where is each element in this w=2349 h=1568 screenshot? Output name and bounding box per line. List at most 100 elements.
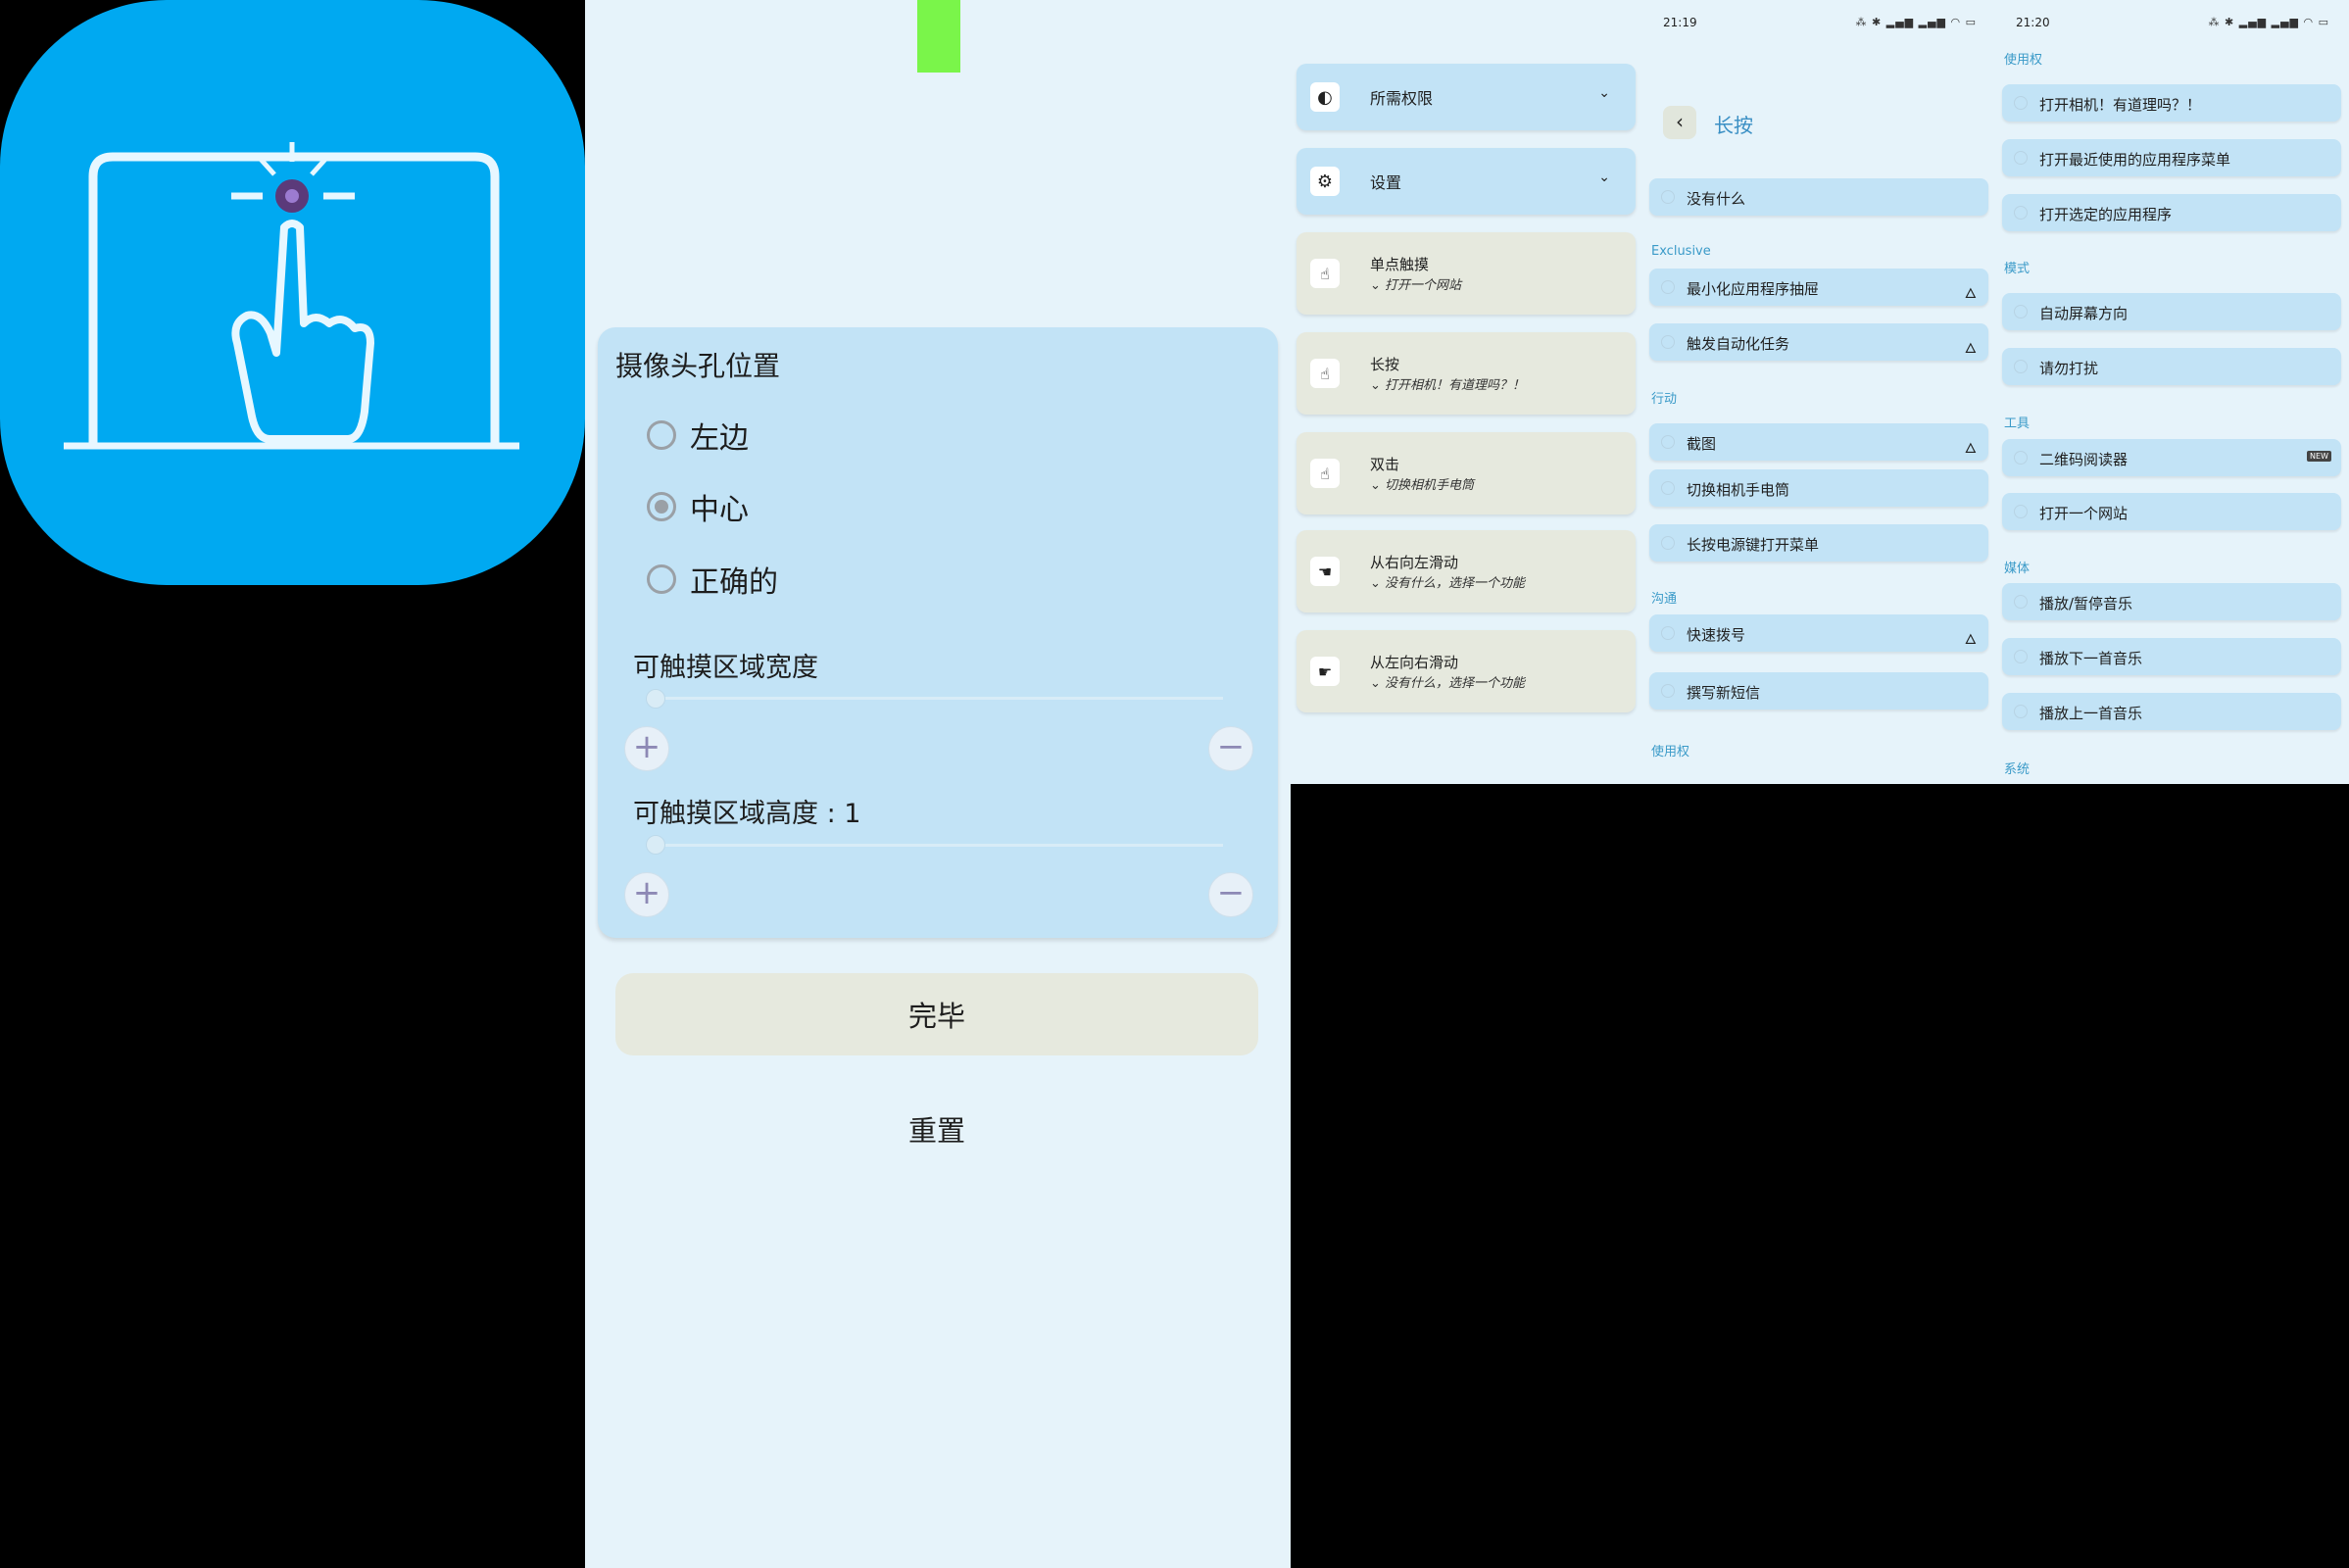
radio-left[interactable]: 左边: [647, 414, 749, 457]
radio-indicator: [1661, 536, 1675, 550]
radio-indicator: [2014, 595, 2028, 609]
action-item[interactable]: 打开选定的应用程序: [2002, 194, 2341, 231]
height-label: 可触摸区域高度 : 1: [633, 799, 861, 829]
settings-card[interactable]: ⚙ 设置 ⌄: [1297, 148, 1636, 215]
section-action: 行动: [1651, 392, 1678, 407]
camera-hole-title: 摄像头孔位置: [615, 350, 781, 382]
gesture-title: 长按: [1370, 356, 1400, 373]
action-item[interactable]: 切换相机手电筒: [1649, 469, 1988, 507]
action-label: 触发自动化任务: [1687, 335, 1790, 353]
done-button[interactable]: 完毕: [615, 973, 1258, 1055]
camera-hole-settings-screen: 摄像头孔位置 左边 中心 正确的 可触摸区域宽度 + − 可触摸区域高度 : 1…: [585, 0, 1291, 1568]
action-item[interactable]: 触发自动化任务 🜂: [1649, 323, 1988, 361]
action-item[interactable]: 自动屏幕方向: [2002, 293, 2341, 330]
radio-indicator: [2014, 96, 2028, 110]
action-item[interactable]: 播放下一首音乐: [2002, 638, 2341, 675]
app-icon: [0, 0, 585, 585]
action-label: 播放下一首音乐: [2039, 650, 2143, 667]
action-label: 二维码阅读器: [2039, 451, 2129, 468]
width-label: 可触摸区域宽度: [633, 653, 818, 683]
action-item[interactable]: 打开最近使用的应用程序菜单: [2002, 139, 2341, 176]
gesture-swipe-right[interactable]: ☛ 从左向右滑动 ⌄ 没有什么，选择一个功能: [1297, 630, 1636, 712]
action-label: 打开相机！有道理吗？！: [2039, 96, 2202, 114]
action-item[interactable]: 打开相机！有道理吗？！: [2002, 84, 2341, 122]
action-item[interactable]: 播放/暂停音乐: [2002, 583, 2341, 620]
radio-indicator: [1661, 335, 1675, 349]
height-increase-button[interactable]: +: [624, 872, 669, 917]
action-item[interactable]: 长按电源键打开菜单: [1649, 524, 1988, 562]
section-mode: 模式: [2004, 262, 2031, 276]
action-label: 没有什么: [1687, 190, 1746, 208]
gear-icon: ⚙: [1310, 167, 1340, 196]
shield-icon: ◐: [1310, 82, 1340, 112]
action-label: 最小化应用程序抽屉: [1687, 280, 1820, 298]
radio-indicator: [1661, 626, 1675, 640]
action-list-screen: 21:20 ⁂ ✱ ▂▄▆ ▂▄▆ ◠ ▭ 使用权 打开相机！有道理吗？！ 打开…: [1996, 0, 2349, 784]
action-item[interactable]: 请勿打扰: [2002, 348, 2341, 385]
radio-center-label: 中心: [690, 493, 749, 527]
section-communication: 沟通: [1651, 592, 1678, 607]
gesture-title: 单点触摸: [1370, 256, 1430, 273]
width-slider[interactable]: [655, 697, 1223, 700]
action-item[interactable]: 最小化应用程序抽屉 🜂: [1649, 269, 1988, 306]
radio-indicator: [2014, 360, 2028, 373]
width-decrease-button[interactable]: −: [1208, 726, 1253, 771]
swipe-left-icon: ☚: [1310, 557, 1340, 586]
status-time: 21:19: [1663, 16, 1697, 29]
action-item[interactable]: 打开一个网站: [2002, 493, 2341, 530]
section-system: 系统: [2004, 762, 2031, 777]
gesture-title: 从左向右滑动: [1370, 654, 1459, 671]
radio-indicator: [2014, 151, 2028, 165]
status-icons: ⁂ ✱ ▂▄▆ ▂▄▆ ◠ ▭: [2208, 16, 2329, 28]
radio-indicator: [1661, 684, 1675, 698]
flame-icon: 🜂: [1964, 441, 1977, 457]
gesture-double-tap[interactable]: ☝ 双击 ⌄ 切换相机手电筒: [1297, 432, 1636, 514]
chevron-down-icon: ⌄: [1598, 170, 1610, 185]
action-item[interactable]: 撰写新短信: [1649, 672, 1988, 710]
height-decrease-button[interactable]: −: [1208, 872, 1253, 917]
radio-indicator: [1661, 481, 1675, 495]
back-button[interactable]: ‹: [1663, 106, 1696, 139]
radio-left-label: 左边: [690, 421, 749, 456]
radio-indicator: [1661, 435, 1675, 449]
radio-center[interactable]: 中心: [647, 485, 749, 528]
section-tools: 工具: [2004, 416, 2031, 431]
flame-icon: 🜂: [1964, 632, 1977, 648]
width-increase-button[interactable]: +: [624, 726, 669, 771]
touch-camera-icon: [64, 142, 519, 450]
camera-hole-card: 摄像头孔位置 左边 中心 正确的 可触摸区域宽度 + − 可触摸区域高度 : 1…: [598, 327, 1278, 938]
action-none[interactable]: 没有什么: [1649, 178, 1988, 216]
section-media: 媒体: [2004, 562, 2031, 576]
width-slider-thumb[interactable]: [646, 689, 665, 709]
radio-center-indicator[interactable]: [647, 492, 676, 521]
radio-right-indicator[interactable]: [647, 564, 676, 594]
action-item[interactable]: 截图 🜂: [1649, 423, 1988, 461]
action-label: 请勿打扰: [2039, 360, 2099, 377]
permissions-card[interactable]: ◐ 所需权限 ⌄: [1297, 64, 1636, 130]
status-icons: ⁂ ✱ ▂▄▆ ▂▄▆ ◠ ▭: [1855, 16, 1977, 28]
long-press-icon: ☝: [1310, 359, 1340, 388]
gesture-single-tap[interactable]: ☝ 单点触摸 ⌄ 打开一个网站: [1297, 232, 1636, 315]
action-label: 播放上一首音乐: [2039, 705, 2143, 722]
radio-indicator: [2014, 505, 2028, 518]
action-label: 快速拨号: [1687, 626, 1746, 644]
section-usage: 使用权: [2004, 53, 2043, 68]
radio-indicator: [1661, 190, 1675, 204]
action-item[interactable]: 快速拨号 🜂: [1649, 614, 1988, 652]
gesture-swipe-left[interactable]: ☚ 从右向左滑动 ⌄ 没有什么，选择一个功能: [1297, 530, 1636, 612]
radio-right[interactable]: 正确的: [647, 558, 778, 601]
height-slider-thumb[interactable]: [646, 835, 665, 855]
app-icon-panel: [0, 0, 585, 585]
double-tap-icon: ☝: [1310, 459, 1340, 488]
radio-right-label: 正确的: [690, 565, 778, 600]
reset-button[interactable]: 重置: [615, 1088, 1258, 1170]
gesture-subtitle: ⌄ 没有什么，选择一个功能: [1370, 676, 1526, 691]
radio-left-indicator[interactable]: [647, 420, 676, 450]
action-item[interactable]: 二维码阅读器 NEW: [2002, 439, 2341, 476]
gesture-long-press[interactable]: ☝ 长按 ⌄ 打开相机！有道理吗？！: [1297, 332, 1636, 415]
gesture-title: 双击: [1370, 456, 1400, 473]
action-item[interactable]: 播放上一首音乐: [2002, 693, 2341, 730]
page-title: 长按: [1714, 114, 1753, 137]
new-badge: NEW: [2307, 451, 2331, 462]
height-slider[interactable]: [655, 844, 1223, 847]
